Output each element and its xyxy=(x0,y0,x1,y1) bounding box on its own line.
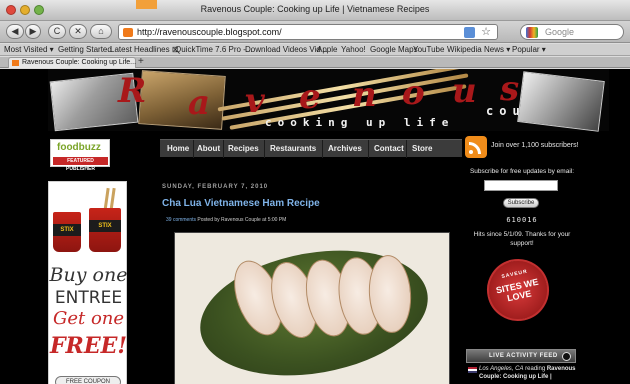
saveur-sites-we-love-badge[interactable]: SAVEUR SITES WE LOVE xyxy=(481,253,555,327)
bookmark-star-icon[interactable]: ☆ xyxy=(481,25,491,38)
feed-icon[interactable] xyxy=(464,27,475,38)
ad-text-free: FREE! xyxy=(49,333,128,359)
logo-letter: R xyxy=(118,71,147,111)
noodle-cup-image: STIX xyxy=(89,208,121,252)
bookmark-item[interactable]: Apple xyxy=(317,45,337,54)
rss-subscriber-text[interactable]: Join over 1,100 subscribers! xyxy=(491,142,579,149)
search-placeholder: Google xyxy=(545,27,575,37)
logo-letter: s xyxy=(500,69,520,109)
foodbuzz-logo: foodbuzz xyxy=(57,142,101,153)
post-date: SUNDAY, FEBRUARY 7, 2010 xyxy=(162,184,269,190)
bookmark-item[interactable]: Most Visited ▾ xyxy=(4,45,54,54)
pause-feed-icon[interactable] xyxy=(562,352,571,361)
subscribe-button[interactable]: Subscribe xyxy=(503,198,539,208)
hit-counter: 610016 xyxy=(506,216,538,224)
nav-item-recipes[interactable]: Recipes xyxy=(228,140,259,158)
bookmark-item[interactable]: Google Maps xyxy=(370,45,418,54)
ad-text-buy-one: Buy one xyxy=(49,264,128,286)
nav-item-restaurants[interactable]: Restaurants xyxy=(270,140,316,158)
window-title: Ravenous Couple: Cooking up Life | Vietn… xyxy=(200,4,430,14)
post-byline: Posted by Ravenous Couple at 5:00 PM xyxy=(196,217,287,223)
browser-toolbar: ◀ ▶ C ✕ ⌂ http://ravenouscouple.blogspot… xyxy=(0,21,630,43)
email-field[interactable] xyxy=(484,180,558,191)
email-subscribe-prompt: Subscribe for free updates by email: xyxy=(469,168,575,175)
home-button[interactable]: ⌂ xyxy=(90,24,112,39)
orange-marker xyxy=(136,0,157,9)
site-favicon-icon xyxy=(123,28,133,37)
foodbuzz-badge[interactable]: foodbuzz FEATURED PUBLISHER xyxy=(50,139,110,172)
feed-location: Los Angeles, CA xyxy=(479,366,524,372)
bookmark-item[interactable]: Download Videos Vid... xyxy=(245,45,327,54)
tab-strip: Ravenous Couple: Cooking up Life... + xyxy=(0,56,630,68)
nav-item-about[interactable]: About xyxy=(197,140,220,158)
nav-item-archives[interactable]: Archives xyxy=(328,140,362,158)
tab-favicon-icon xyxy=(12,60,19,66)
hits-since-text: Hits since 5/1/09. Thanks for your suppo… xyxy=(473,231,571,247)
ad-text-get-one: Get one xyxy=(52,308,125,329)
feed-title: LIVE ACTIVITY FEED xyxy=(489,353,558,359)
new-tab-button[interactable]: + xyxy=(138,56,144,67)
rss-icon[interactable] xyxy=(465,136,487,158)
post-title-link[interactable]: Cha Lua Vietnamese Ham Recipe xyxy=(162,198,320,209)
bookmark-item[interactable]: QuickTime 7.6 Pro -... xyxy=(175,45,253,54)
feed-action: reading xyxy=(523,366,547,372)
back-button[interactable]: ◀ xyxy=(6,24,24,39)
bookmarks-bar: Most Visited ▾ Getting Started Latest He… xyxy=(0,44,630,56)
google-search-icon[interactable] xyxy=(526,27,538,38)
forward-button[interactable]: ▶ xyxy=(25,24,41,39)
post-meta: 39 comments Posted by Ravenous Couple at… xyxy=(166,217,286,223)
nav-item-home[interactable]: Home xyxy=(167,140,189,158)
window-titlebar: Ravenous Couple: Cooking up Life | Vietn… xyxy=(0,0,630,21)
bookmark-item[interactable]: Getting Started xyxy=(58,45,112,54)
logo-letter: u xyxy=(452,71,477,111)
ad-text-entree: ENTREE xyxy=(54,288,123,308)
nav-item-store[interactable]: Store xyxy=(412,140,432,158)
cha-lua-photo[interactable] xyxy=(174,232,450,384)
bookmark-item[interactable]: News ▾ xyxy=(484,45,510,54)
sidebar-ad-banner[interactable]: STIX STIX Buy one ENTREE Get one FREE! F… xyxy=(48,181,127,384)
stop-button[interactable]: ✕ xyxy=(69,24,87,39)
url-text: http://ravenouscouple.blogspot.com/ xyxy=(137,27,282,37)
us-flag-icon xyxy=(468,367,477,373)
logo-letter: v xyxy=(245,81,265,121)
featured-publisher-label: FEATURED PUBLISHER xyxy=(53,157,108,172)
comments-link[interactable]: 39 comments xyxy=(166,217,196,223)
search-box[interactable]: Google xyxy=(520,24,624,40)
tab-active[interactable]: Ravenous Couple: Cooking up Life... xyxy=(8,57,136,68)
logo-letter: n xyxy=(352,75,377,115)
web-page: R a v e n o u s cooking up life couple f… xyxy=(0,69,630,384)
blog-header[interactable]: R a v e n o u s cooking up life couple xyxy=(48,69,609,132)
cup-brand-label: STIX xyxy=(98,223,112,229)
bookmark-item[interactable]: YouTube xyxy=(413,45,444,54)
bookmark-item[interactable]: Yahoo! xyxy=(341,45,366,54)
header-photo-right xyxy=(517,71,605,132)
logo-letter: a xyxy=(188,83,211,123)
cup-brand-label: STIX xyxy=(60,227,74,233)
live-activity-feed-header: LIVE ACTIVITY FEED xyxy=(466,349,576,363)
reload-button[interactable]: C xyxy=(48,24,66,39)
logo-letter: e xyxy=(299,77,321,117)
tagline-cooking-up-life: cooking up life xyxy=(265,116,455,129)
nav-item-contact[interactable]: Contact xyxy=(374,140,404,158)
logo-letter: o xyxy=(402,73,425,113)
bookmark-item[interactable]: Popular ▾ xyxy=(512,45,546,54)
coupon-button[interactable]: FREE COUPON xyxy=(55,376,121,384)
bookmark-item[interactable]: Wikipedia xyxy=(447,45,482,54)
url-bar[interactable]: http://ravenouscouple.blogspot.com/ ☆ xyxy=(118,24,498,40)
header-photo-middle xyxy=(138,70,226,130)
bookmark-item[interactable]: Latest Headlines ⊠ xyxy=(110,45,179,54)
noodle-cup-image: STIX xyxy=(53,212,81,252)
feed-item: Los Angeles, CA reading Ravenous Couple:… xyxy=(479,365,583,381)
main-navigation: Home About Recipes Restaurants Archives … xyxy=(160,139,462,158)
tab-label: Ravenous Couple: Cooking up Life... xyxy=(22,59,137,66)
